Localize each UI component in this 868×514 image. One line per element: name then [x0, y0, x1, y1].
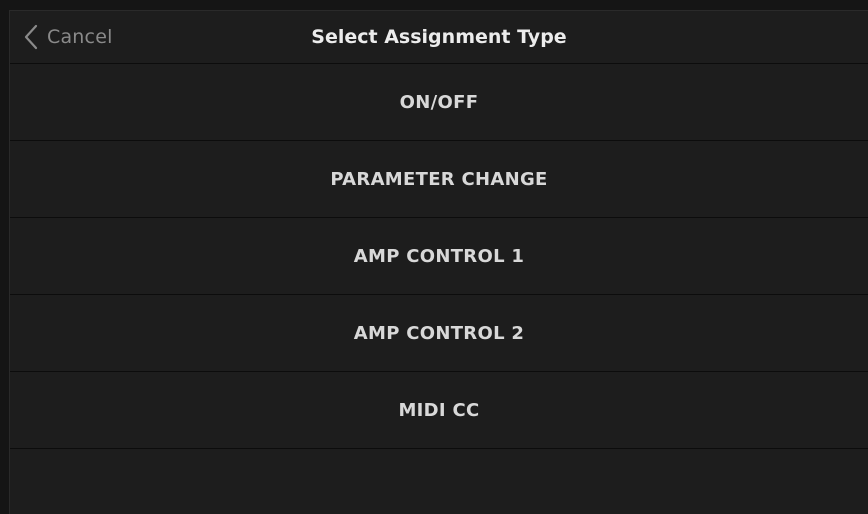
option-amp-control-1[interactable]: AMP CONTROL 1	[10, 218, 868, 295]
page-title: Select Assignment Type	[311, 26, 567, 48]
option-midi-cc[interactable]: MIDI CC	[10, 372, 868, 449]
cancel-button[interactable]: Cancel	[24, 23, 113, 51]
option-label: PARAMETER CHANGE	[330, 168, 548, 190]
option-on-off[interactable]: ON/OFF	[10, 64, 868, 141]
chevron-left-icon	[24, 24, 38, 50]
cancel-label: Cancel	[47, 26, 113, 48]
assignment-type-panel: Cancel Select Assignment Type ON/OFF PAR…	[9, 10, 868, 514]
option-label: ON/OFF	[399, 91, 479, 113]
header-bar: Cancel Select Assignment Type	[10, 11, 868, 64]
option-parameter-change[interactable]: PARAMETER CHANGE	[10, 141, 868, 218]
option-amp-control-2[interactable]: AMP CONTROL 2	[10, 295, 868, 372]
option-label: MIDI CC	[398, 399, 480, 421]
option-label: AMP CONTROL 1	[353, 245, 525, 267]
option-label: AMP CONTROL 2	[353, 322, 525, 344]
